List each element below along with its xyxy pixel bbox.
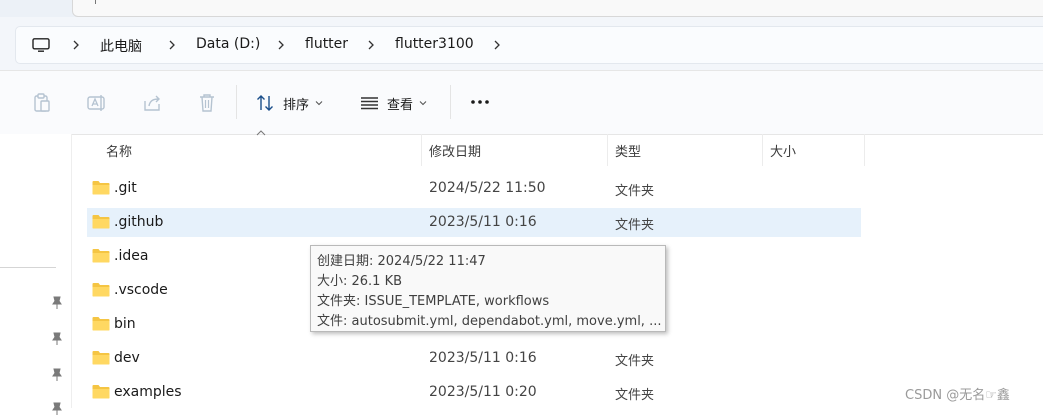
tooltip-folders: 文件夹: ISSUE_TEMPLATE, workflows <box>317 294 550 309</box>
view-icon <box>361 97 378 110</box>
navigation-pane <box>0 134 72 415</box>
file-modified: 2024/5/22 11:50 <box>429 180 546 196</box>
tooltip-created: 创建日期: 2024/5/22 11:47 <box>317 254 486 269</box>
file-type: 文件夹 <box>615 354 655 369</box>
chevron-right-icon[interactable] <box>166 39 178 51</box>
folder-icon <box>92 215 110 229</box>
chevron-down-icon <box>419 101 427 106</box>
pin-icon[interactable] <box>51 296 63 310</box>
file-row[interactable]: .git 2024/5/22 11:50 文件夹 <box>87 174 861 203</box>
file-type: 文件夹 <box>615 184 655 199</box>
pin-icon[interactable] <box>51 332 63 346</box>
chevron-right-icon[interactable] <box>365 39 377 51</box>
view-label: 查看 <box>387 97 414 113</box>
file-name: .idea <box>114 248 149 264</box>
folder-icon <box>92 181 110 195</box>
breadcrumb-item-flutter[interactable]: flutter <box>305 36 348 52</box>
pin-icon[interactable] <box>51 402 63 416</box>
share-icon[interactable] <box>142 92 164 114</box>
file-modified: 2023/5/11 0:20 <box>429 384 537 400</box>
column-divider[interactable] <box>864 134 865 166</box>
file-row[interactable]: dev 2023/5/11 0:16 文件夹 <box>87 344 861 373</box>
tab-strip <box>0 0 1043 17</box>
file-name: .git <box>114 180 137 196</box>
chevron-right-icon[interactable] <box>491 39 503 51</box>
file-name: dev <box>114 350 140 366</box>
breadcrumb-item-this-pc[interactable]: 此电脑 <box>100 36 142 56</box>
view-button[interactable]: 查看 <box>360 90 435 116</box>
file-row[interactable]: examples 2023/5/11 0:20 文件夹 <box>87 378 861 407</box>
column-modified[interactable]: 修改日期 <box>429 134 481 166</box>
sort-label: 排序 <box>283 97 310 113</box>
computer-icon[interactable] <box>32 38 50 52</box>
text-caret <box>95 0 96 4</box>
breadcrumb[interactable]: 此电脑 Data (D:) flutter flutter3100 <box>15 26 1043 64</box>
paste-icon[interactable] <box>31 92 53 114</box>
file-row-selected[interactable]: .github 2023/5/11 0:16 文件夹 <box>87 208 861 237</box>
tooltip-files: 文件: autosubmit.yml, dependabot.yml, move… <box>317 314 662 329</box>
folder-info-tooltip: 创建日期: 2024/5/22 11:47 大小: 26.1 KB 文件夹: I… <box>310 245 666 332</box>
column-size[interactable]: 大小 <box>770 134 796 166</box>
chevron-down-icon <box>315 101 323 106</box>
column-divider[interactable] <box>421 134 422 166</box>
folder-icon <box>92 317 110 331</box>
file-name: .github <box>114 214 164 230</box>
sort-ascending-icon <box>256 130 266 136</box>
watermark: CSDN @无名☞鑫 <box>905 388 1010 403</box>
column-header: 名称 修改日期 类型 大小 <box>72 130 1043 166</box>
file-modified: 2023/5/11 0:16 <box>429 214 537 230</box>
file-modified: 2023/5/11 0:16 <box>429 350 537 366</box>
address-bar: 此电脑 Data (D:) flutter flutter3100 <box>0 17 1043 70</box>
file-name: examples <box>114 384 182 400</box>
sort-button[interactable]: 排序 <box>256 90 331 116</box>
toolbar-separator <box>450 85 451 119</box>
breadcrumb-item-data-drive[interactable]: Data (D:) <box>196 36 260 52</box>
active-tab[interactable] <box>72 0 1043 17</box>
chevron-right-icon[interactable] <box>275 39 287 51</box>
breadcrumb-item-flutter3100[interactable]: flutter3100 <box>395 36 474 52</box>
folder-icon <box>92 385 110 399</box>
folder-icon <box>92 249 110 263</box>
chevron-right-icon[interactable] <box>70 39 82 51</box>
column-divider[interactable] <box>762 134 763 166</box>
column-type[interactable]: 类型 <box>615 134 641 166</box>
delete-icon[interactable] <box>196 92 218 114</box>
more-options-icon[interactable] <box>470 99 490 105</box>
column-name[interactable]: 名称 <box>106 134 132 166</box>
toolbar-separator <box>236 85 237 119</box>
rename-icon[interactable] <box>86 92 108 114</box>
column-divider[interactable] <box>607 134 608 166</box>
file-type: 文件夹 <box>615 388 655 403</box>
navigation-divider <box>0 267 56 268</box>
file-type: 文件夹 <box>615 218 655 233</box>
file-name: .vscode <box>114 282 168 298</box>
pin-icon[interactable] <box>51 368 63 382</box>
folder-icon <box>92 283 110 297</box>
file-name: bin <box>114 316 136 332</box>
tooltip-size: 大小: 26.1 KB <box>317 274 403 289</box>
folder-icon <box>92 351 110 365</box>
sort-icon <box>257 95 273 111</box>
command-bar: 排序 查看 <box>0 70 1043 135</box>
